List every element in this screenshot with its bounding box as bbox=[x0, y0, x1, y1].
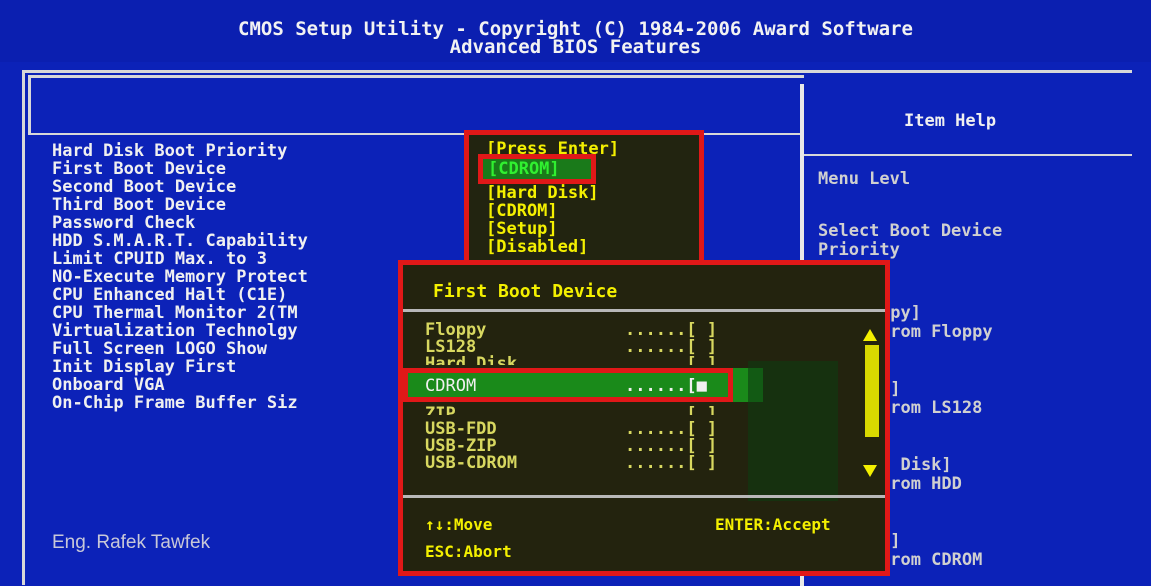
option-zip-marker: ......[ ] bbox=[625, 405, 718, 415]
option-cdrom[interactable]: CDROM bbox=[425, 377, 476, 395]
setting-third-boot-device[interactable]: Third Boot Device bbox=[52, 196, 226, 214]
popup-title-divider bbox=[403, 309, 885, 312]
scroll-up-arrow-icon[interactable] bbox=[863, 329, 877, 341]
option-hard-disk-marker: ......[ ] bbox=[625, 355, 718, 365]
value-password-check[interactable]: [Setup] bbox=[486, 220, 558, 238]
setting-onboard-vga[interactable]: Onboard VGA bbox=[52, 376, 165, 394]
popup-shadow-area bbox=[748, 361, 838, 501]
setting-hard-disk-boot-priority[interactable]: Hard Disk Boot Priority bbox=[52, 142, 287, 160]
title-bar: CMOS Setup Utility - Copyright (C) 1984-… bbox=[0, 0, 1151, 62]
help-menu-level: Menu Levl bbox=[818, 169, 911, 189]
title-line-2: Advanced BIOS Features bbox=[449, 36, 702, 58]
setting-cpu-c1e[interactable]: CPU Enhanced Halt (C1E) bbox=[52, 286, 287, 304]
footer-abort-hint: ESC:Abort bbox=[425, 542, 512, 561]
watermark-text: Eng. Rafek Tawfek bbox=[52, 532, 211, 553]
footer-accept-hint: ENTER:Accept bbox=[715, 515, 831, 534]
setting-frame-buffer[interactable]: On-Chip Frame Buffer Siz bbox=[52, 394, 298, 412]
popup-title: First Boot Device bbox=[433, 281, 618, 302]
setting-first-boot-device[interactable]: First Boot Device bbox=[52, 160, 226, 178]
option-hard-disk[interactable]: Hard Disk bbox=[425, 355, 517, 365]
footer-move-hint: ↑↓:Move bbox=[425, 515, 493, 534]
item-help-title: Item Help bbox=[904, 111, 997, 131]
first-boot-device-popup: First Boot Device Floppy ......[ ] LS128… bbox=[398, 260, 890, 576]
frame-top-divider bbox=[28, 75, 804, 78]
setting-hdd-smart[interactable]: HDD S.M.A.R.T. Capability bbox=[52, 232, 308, 250]
help-select-line2: Priority bbox=[818, 240, 900, 260]
value-second-boot-device[interactable]: [Hard Disk] bbox=[486, 184, 599, 202]
option-cdrom-marker: ......[■ bbox=[625, 376, 707, 396]
option-ls128-marker: ......[ ] bbox=[625, 337, 718, 357]
value-third-boot-device[interactable]: [CDROM] bbox=[486, 202, 558, 220]
setting-full-screen-logo[interactable]: Full Screen LOGO Show bbox=[52, 340, 267, 358]
setting-second-boot-device[interactable]: Second Boot Device bbox=[52, 178, 236, 196]
popup-footer-divider bbox=[403, 495, 885, 498]
help-hdd-line1: . Disk] bbox=[880, 455, 952, 475]
setting-cpu-tm2[interactable]: CPU Thermal Monitor 2(TM bbox=[52, 304, 298, 322]
help-ls128-line2: from LS128 bbox=[880, 398, 983, 418]
option-usb-cdrom-marker: ......[ ] bbox=[625, 453, 718, 473]
help-cdrom-line2: from CDROM bbox=[880, 550, 983, 570]
setting-init-display-first[interactable]: Init Display First bbox=[52, 358, 236, 376]
setting-password-check[interactable]: Password Check bbox=[52, 214, 195, 232]
setting-virtualization[interactable]: Virtualization Technolgy bbox=[52, 322, 298, 340]
help-select-line1: Select Boot Device bbox=[818, 221, 1003, 241]
value-first-boot-device[interactable]: [CDROM] bbox=[488, 160, 560, 178]
option-zip[interactable]: ZIP bbox=[425, 405, 456, 415]
setting-no-execute[interactable]: NO-Execute Memory Protect bbox=[52, 268, 308, 286]
value-hdd-smart[interactable]: [Disabled] bbox=[486, 238, 588, 256]
help-title-divider bbox=[804, 154, 1132, 156]
scroll-down-arrow-icon[interactable] bbox=[863, 465, 877, 477]
frame-left-inner bbox=[28, 75, 31, 135]
help-floppy-line2: from Floppy bbox=[880, 322, 993, 342]
option-ls128[interactable]: LS128 bbox=[425, 338, 476, 356]
help-hdd-line2: from HDD bbox=[880, 474, 962, 494]
setting-limit-cpuid[interactable]: Limit CPUID Max. to 3 bbox=[52, 250, 267, 268]
scrollbar-thumb[interactable] bbox=[865, 345, 879, 437]
option-usb-cdrom[interactable]: USB-CDROM bbox=[425, 454, 517, 472]
